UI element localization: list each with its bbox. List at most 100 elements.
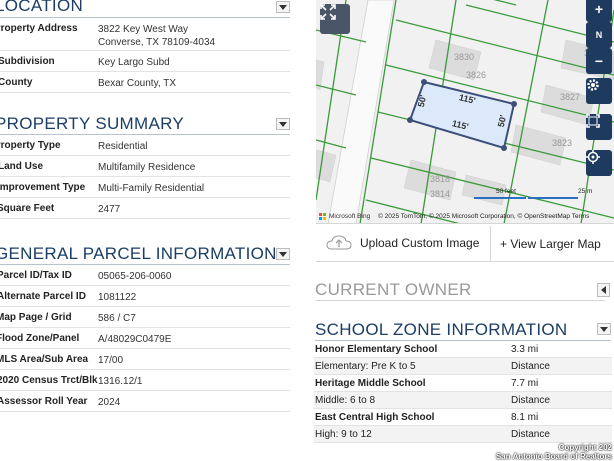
parcel-map-canvas <box>316 0 614 223</box>
lot-number: 3818 <box>430 174 451 184</box>
row-label: Land Use <box>0 161 44 172</box>
zoom-out-button[interactable]: − <box>586 48 612 74</box>
detail-row: Assessor Roll Year 2024 <box>0 391 290 412</box>
school-grades: Elementary: Pre K to 5 <box>315 361 416 372</box>
row-value: 05065-206-0060 <box>98 271 172 282</box>
detail-row: Square Feet 2477 <box>0 198 290 219</box>
row-value: Residential <box>98 141 148 152</box>
distance-label: Distance <box>511 361 550 372</box>
collapse-location-button[interactable] <box>276 1 290 13</box>
collapse-school-button[interactable] <box>597 323 611 335</box>
row-value: Multi-Family Residential <box>98 183 205 194</box>
chevron-left-icon <box>601 286 606 294</box>
section-title-school-zone: SCHOOL ZONE INFORMATION <box>315 320 568 339</box>
row-label: Subdivision <box>0 56 55 67</box>
detail-row: MLS Area/Sub Area 17/00 <box>0 349 290 370</box>
address-line2: Converse, TX 78109-4034 <box>98 37 216 48</box>
address-line1: 3822 Key West Way <box>98 24 189 35</box>
row-value: Multifamily Residence <box>98 162 196 173</box>
zoom-in-button[interactable]: + <box>586 0 612 22</box>
lot-number: 3830 <box>454 52 475 62</box>
chevron-down-icon <box>279 251 287 257</box>
row-label: Property Type <box>0 140 61 151</box>
collapse-summary-button[interactable] <box>276 118 290 130</box>
row-value: 586 / C7 <box>98 313 136 324</box>
row-value: Key Largo Subd <box>98 57 170 68</box>
select-area-button[interactable] <box>586 114 612 140</box>
school-distance: 8.1 mi <box>511 412 539 423</box>
row-label: Assessor Roll Year <box>0 396 88 407</box>
row-label: Alternate Parcel ID <box>0 291 86 302</box>
zoom-out-icon: − <box>594 53 604 69</box>
row-value: Bexar County, TX <box>98 78 176 89</box>
row-value: 2477 <box>98 204 121 215</box>
section-title-general-parcel: GENERAL PARCEL INFORMATION <box>0 244 277 263</box>
chevron-down-icon <box>600 326 608 332</box>
compass-icon: N <box>595 30 603 40</box>
lot-number: 3826 <box>466 70 487 80</box>
fullscreen-button[interactable] <box>320 4 350 34</box>
school-name: Honor Elementary School <box>315 344 438 355</box>
chevron-down-icon <box>279 4 287 10</box>
school-grades: High: 9 to 12 <box>315 429 372 440</box>
upload-custom-image-button[interactable]: Upload Custom Image <box>326 234 479 252</box>
school-name-row: Heritage Middle School 7.7 mi <box>314 375 612 392</box>
scale-feet-label: 50 feet <box>496 188 516 195</box>
row-value: 1081122 <box>98 292 137 303</box>
detail-row: Parcel ID/Tax ID 05065-206-0060 <box>0 265 290 286</box>
school-name: Heritage Middle School <box>315 378 426 389</box>
view-larger-map-link[interactable]: + View Larger Map <box>500 237 601 251</box>
gear-icon <box>587 79 599 91</box>
expand-owner-button[interactable] <box>597 283 610 297</box>
chevron-down-icon <box>279 121 287 127</box>
detail-row: Land Use Multifamily Residence <box>0 156 290 177</box>
lot-number: 3827 <box>560 92 581 102</box>
detail-row: Improvement Type Multi-Family Residentia… <box>0 177 290 198</box>
lot-number: 3823 <box>552 138 573 148</box>
expand-icon <box>320 4 336 20</box>
row-label: Square Feet <box>0 203 55 214</box>
copyright-watermark: Copyright 202 <box>558 443 612 452</box>
school-grade-row: Elementary: Pre K to 5 Distance <box>314 358 612 375</box>
divider <box>490 226 491 262</box>
school-name-row: Honor Elementary School 3.3 mi <box>314 341 612 358</box>
section-title-current-owner: CURRENT OWNER <box>315 280 472 299</box>
detail-row: Map Page / Grid 586 / C7 <box>0 307 290 328</box>
distance-label: Distance <box>511 395 550 406</box>
school-grade-row: High: 9 to 12 Distance <box>314 426 612 443</box>
section-divider <box>315 300 605 301</box>
section-title-property-summary: PROPERTY SUMMARY <box>0 114 185 133</box>
compass-button[interactable]: N <box>586 22 612 48</box>
section-title-location: LOCATION <box>0 0 84 15</box>
crosshair-icon <box>586 150 600 164</box>
collapse-parcel-button[interactable] <box>276 248 290 260</box>
row-value: 3822 Key West Way Converse, TX 78109-4034 <box>98 23 215 49</box>
row-label: Flood Zone/Panel <box>0 333 80 344</box>
school-grade-row: Middle: 6 to 8 Distance <box>314 392 612 409</box>
row-label: 2020 Census Trct/Blk <box>0 375 98 386</box>
upload-label: Upload Custom Image <box>360 236 480 250</box>
school-distance: 3.3 mi <box>511 344 539 355</box>
detail-row: 2020 Census Trct/Blk 1316.12/1 <box>0 370 290 391</box>
distance-label: Distance <box>511 429 550 440</box>
school-name: East Central High School <box>315 412 435 423</box>
detail-row: Property Type Residential <box>0 135 290 156</box>
detail-row: Alternate Parcel ID 1081122 <box>0 286 290 307</box>
detail-row: Property Address 3822 Key West Way Conver… <box>0 18 290 51</box>
row-label: Map Page / Grid <box>0 312 72 323</box>
school-name-row: East Central High School 8.1 mi <box>314 409 612 426</box>
row-label: Property Address <box>0 23 78 34</box>
zoom-in-icon: + <box>594 1 604 17</box>
parcel-map[interactable]: 3830 3826 3827 3823 3818 3814 3 115' 115… <box>316 0 614 224</box>
school-grades: Middle: 6 to 8 <box>315 395 376 406</box>
row-label: County <box>0 77 33 88</box>
bing-logo: Microsoft Bing <box>329 213 371 220</box>
detail-row: Flood Zone/Panel A/48029C0479E <box>0 328 290 349</box>
settings-button[interactable] <box>586 78 612 104</box>
map-actions-bar: Upload Custom Image + View Larger Map <box>316 226 614 262</box>
locate-button[interactable] <box>586 150 612 176</box>
detail-row: Subdivision Key Largo Subd <box>0 51 290 72</box>
detail-row: County Bexar County, TX <box>0 72 290 93</box>
school-distance: 7.7 mi <box>511 378 539 389</box>
row-label: Parcel ID/Tax ID <box>0 270 72 281</box>
